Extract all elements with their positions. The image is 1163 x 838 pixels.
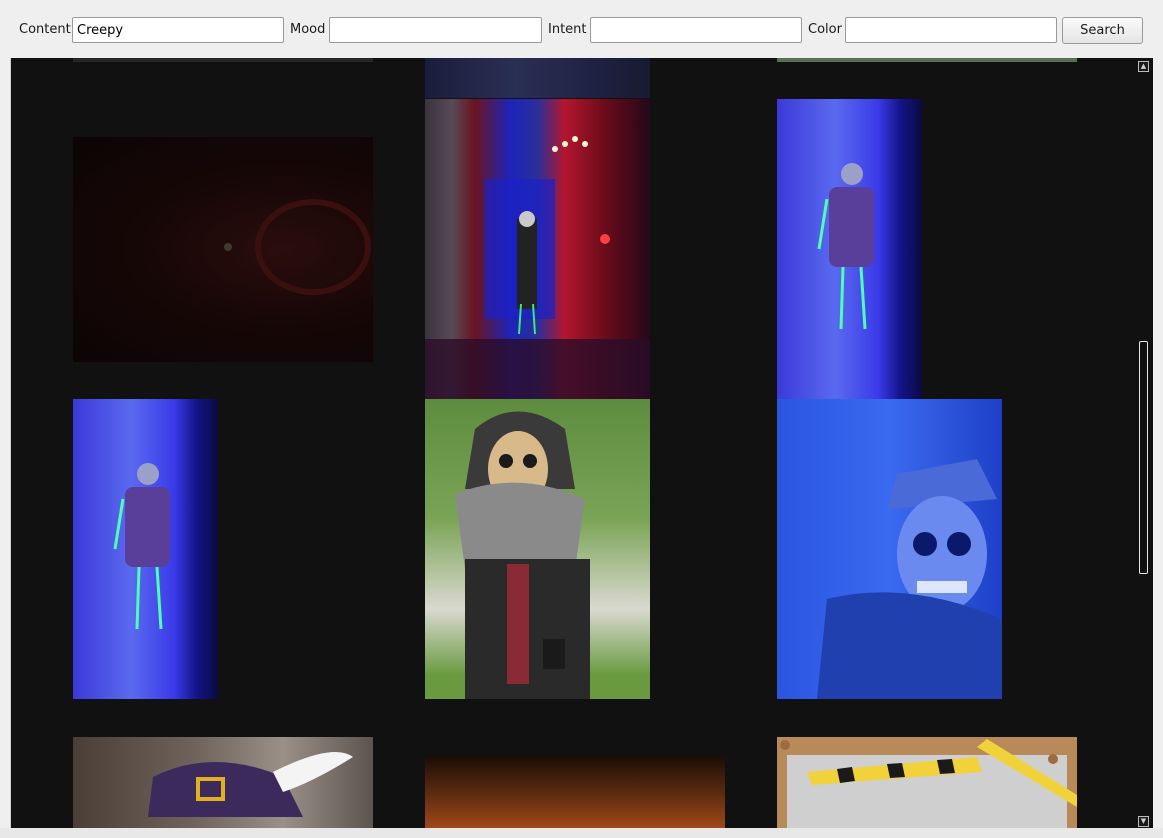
partial-dark-image[interactable]: [73, 58, 373, 62]
scrollbar-thumb[interactable]: [1139, 341, 1148, 574]
arrow-up-icon[interactable]: ▲: [1138, 61, 1149, 72]
intent-label: Intent: [548, 22, 587, 37]
mood-input[interactable]: [329, 17, 542, 43]
color-label: Color: [808, 22, 842, 37]
cartoon-hat-drawing: [148, 752, 353, 817]
cartoon-hat-image[interactable]: [73, 737, 373, 828]
search-toolbar: Content Mood Intent Color Search: [0, 0, 1163, 58]
blue-skeleton-doorway-image-2[interactable]: [73, 399, 218, 699]
window-bottom-edge: [0, 828, 1163, 838]
content-label: Content: [19, 22, 71, 37]
partial-blue-image[interactable]: [425, 58, 650, 98]
doorway-drawing: [425, 136, 650, 399]
dark-room-drawing: [224, 199, 371, 295]
vertical-scrollbar[interactable]: ▲ ▼: [1137, 58, 1151, 828]
red-doorway-skeleton-image[interactable]: [425, 99, 650, 399]
arrow-down-icon[interactable]: ▼: [1138, 816, 1149, 827]
cartoon-caution-tape-image[interactable]: [777, 737, 1077, 828]
dark-red-room-image[interactable]: [73, 137, 373, 362]
color-input[interactable]: [845, 17, 1057, 43]
intent-input[interactable]: [590, 17, 802, 43]
content-input[interactable]: [72, 17, 284, 43]
caution-tape-drawing: [780, 739, 1077, 828]
blue-skeleton-doorway-image[interactable]: [777, 99, 922, 399]
hooded-skull-costume-image[interactable]: [425, 399, 650, 699]
skull-mask-drawing: [817, 459, 1002, 699]
search-button[interactable]: Search: [1062, 17, 1143, 44]
blue-skull-mask-image[interactable]: [777, 399, 1002, 699]
dark-orange-forest-image[interactable]: [425, 756, 725, 828]
hooded-skull-drawing: [455, 411, 590, 699]
mood-label: Mood: [290, 22, 326, 37]
skeleton-figure-drawing-2: [113, 463, 170, 630]
skeleton-figure-drawing: [817, 163, 874, 330]
partial-green-image[interactable]: [777, 58, 1077, 62]
image-results-grid: [10, 58, 1153, 828]
